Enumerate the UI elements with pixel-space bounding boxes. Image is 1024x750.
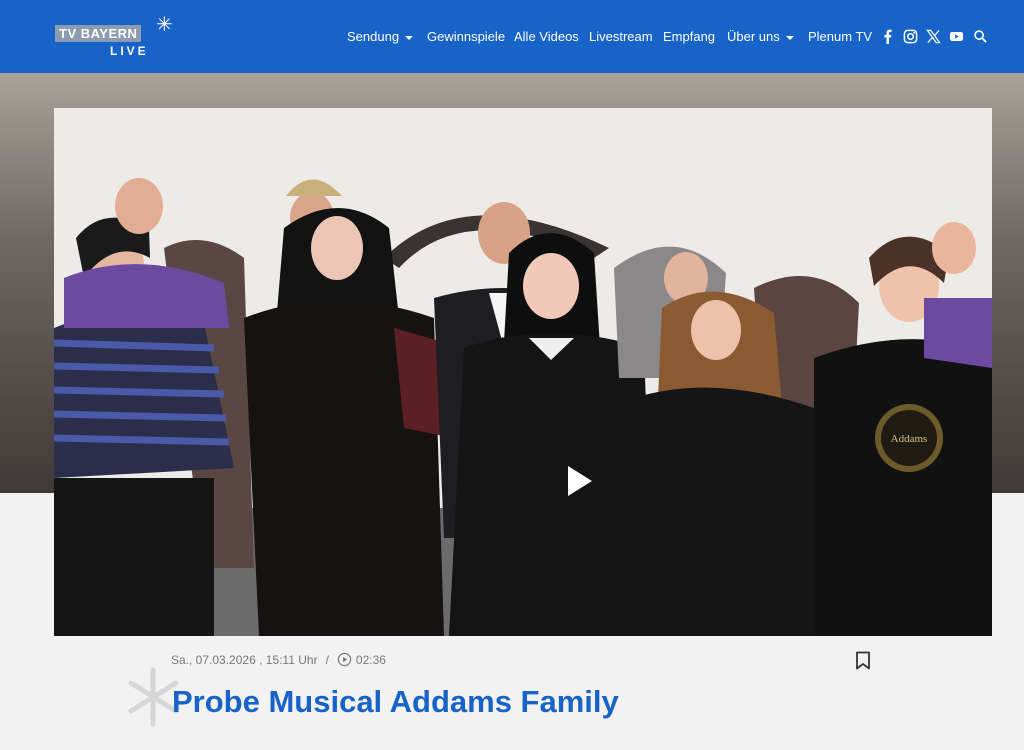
logo-live-label: LIVE <box>110 44 149 58</box>
chevron-down-icon <box>405 35 414 40</box>
meta-separator: / <box>325 652 329 667</box>
site-header: TV BAYERN LIVE ✳ Sendung Gewinnspiele Al… <box>0 0 1024 73</box>
video-player[interactable]: Addams <box>54 108 992 636</box>
nav-item-alle-videos[interactable]: Alle Videos <box>514 28 579 46</box>
chevron-down-icon <box>785 35 794 40</box>
article-meta: Sa., 07.03.2026 , 15:11 Uhr / 02:36 <box>171 652 386 667</box>
logo-wordmark: TV BAYERN <box>55 25 142 42</box>
video-still: Addams <box>54 108 992 636</box>
svg-text:Addams: Addams <box>891 433 928 445</box>
youtube-icon[interactable] <box>949 29 964 44</box>
search-icon[interactable] <box>973 29 988 44</box>
x-icon[interactable] <box>926 29 941 44</box>
nav-item-gewinnspiele[interactable]: Gewinnspiele <box>427 28 505 46</box>
nav-item-sendung[interactable]: Sendung <box>347 28 414 46</box>
nav-item-plenum-tv[interactable]: Plenum TV <box>808 28 872 46</box>
publish-date: Sa., 07.03.2026 , 15:11 Uhr <box>171 652 318 667</box>
nav-item-livestream[interactable]: Livestream <box>589 28 653 46</box>
nav-item-empfang[interactable]: Empfang <box>663 28 715 46</box>
play-icon[interactable] <box>568 466 592 496</box>
article-title: Probe Musical Addams Family <box>172 684 619 719</box>
bookmark-icon[interactable] <box>855 651 871 670</box>
logo-star-icon: ✳ <box>156 14 173 36</box>
tv-bayern-live-logo[interactable]: TV BAYERN LIVE ✳ <box>55 14 175 60</box>
facebook-icon[interactable] <box>880 29 895 44</box>
instagram-icon[interactable] <box>903 29 918 44</box>
nav-item-ueber-uns[interactable]: Über uns <box>727 28 794 46</box>
video-duration: 02:36 <box>355 652 386 667</box>
play-circle-icon <box>337 652 352 667</box>
